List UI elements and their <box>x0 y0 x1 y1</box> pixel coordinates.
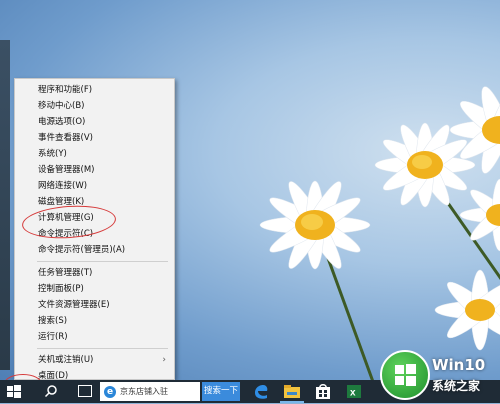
menu-item-control-panel[interactable]: 控制面板(P) <box>15 281 174 297</box>
site-watermark: Win10 系统之家 <box>380 350 498 400</box>
windows-logo-icon <box>7 385 21 398</box>
menu-item-disk-management[interactable]: 磁盘管理(K) <box>15 194 174 210</box>
menu-item-command-prompt-admin[interactable]: 命令提示符(管理员)(A) <box>15 242 174 258</box>
winx-context-menu: 程序和功能(F) 移动中心(B) 电源选项(O) 事件查看器(V) 系统(Y) … <box>14 78 175 381</box>
menu-item-event-viewer[interactable]: 事件查看器(V) <box>15 130 174 146</box>
svg-text:x: x <box>350 388 356 399</box>
daisy-flower <box>430 265 500 355</box>
menu-item-label: 电源选项(O) <box>38 117 86 127</box>
menu-item-label: 搜索(S) <box>38 316 68 326</box>
menu-item-system[interactable]: 系统(Y) <box>15 146 174 162</box>
menu-divider <box>37 348 168 349</box>
menu-item-network-connections[interactable]: 网络连接(W) <box>15 178 174 194</box>
menu-item-label: 文件资源管理器(E) <box>38 300 110 310</box>
menu-item-label: 关机或注销(U) <box>38 355 94 365</box>
menu-item-label: 命令提示符(C) <box>38 229 94 239</box>
menu-item-label: 计算机管理(G) <box>38 213 94 223</box>
menu-item-search[interactable]: 搜索(S) <box>15 313 174 329</box>
ie-logo-icon: e <box>104 385 116 398</box>
task-view-icon[interactable] <box>78 385 92 397</box>
menu-item-label: 磁盘管理(K) <box>38 197 85 207</box>
store-icon[interactable] <box>314 383 332 400</box>
menu-item-label: 运行(R) <box>38 332 68 342</box>
menu-item-label: 程序和功能(F) <box>38 85 93 95</box>
search-box-text: 京东店铺入驻 <box>120 387 168 396</box>
menu-item-label: 移动中心(B) <box>38 101 85 111</box>
browser-search-box[interactable]: e 京东店铺入驻 <box>100 382 200 401</box>
menu-item-shutdown-signout[interactable]: 关机或注销(U) › <box>15 352 174 368</box>
menu-item-label: 控制面板(P) <box>38 284 84 294</box>
edge-browser-icon[interactable] <box>252 383 270 400</box>
window-edge <box>0 40 10 370</box>
menu-item-mobility-center[interactable]: 移动中心(B) <box>15 98 174 114</box>
search-icon[interactable] <box>44 384 58 398</box>
menu-item-label: 设备管理器(M) <box>38 165 95 175</box>
menu-item-power-options[interactable]: 电源选项(O) <box>15 114 174 130</box>
win10-logo-icon <box>380 350 430 400</box>
chevron-right-icon: › <box>162 355 166 365</box>
watermark-subtitle: 系统之家 <box>432 379 481 393</box>
excel-icon[interactable]: x <box>345 383 363 400</box>
menu-item-command-prompt[interactable]: 命令提示符(C) <box>15 226 174 242</box>
menu-item-label: 命令提示符(管理员)(A) <box>38 245 126 255</box>
menu-item-label: 事件查看器(V) <box>38 133 93 143</box>
menu-item-label: 系统(Y) <box>38 149 67 159</box>
watermark-title: Win10 <box>432 356 486 374</box>
menu-item-run[interactable]: 运行(R) <box>15 329 174 345</box>
menu-item-task-manager[interactable]: 任务管理器(T) <box>15 265 174 281</box>
file-explorer-icon[interactable] <box>283 383 301 400</box>
start-button[interactable] <box>6 384 22 400</box>
menu-item-file-explorer[interactable]: 文件资源管理器(E) <box>15 297 174 313</box>
daisy-flower <box>440 75 500 185</box>
menu-item-programs-features[interactable]: 程序和功能(F) <box>15 82 174 98</box>
daisy-flower <box>455 175 500 255</box>
menu-divider <box>37 261 168 262</box>
menu-item-device-manager[interactable]: 设备管理器(M) <box>15 162 174 178</box>
search-go-button[interactable]: 搜索一下 <box>202 382 240 401</box>
menu-item-label: 网络连接(W) <box>38 181 88 191</box>
menu-item-label: 任务管理器(T) <box>38 268 93 278</box>
daisy-flower <box>255 175 375 275</box>
menu-item-computer-management[interactable]: 计算机管理(G) <box>15 210 174 226</box>
